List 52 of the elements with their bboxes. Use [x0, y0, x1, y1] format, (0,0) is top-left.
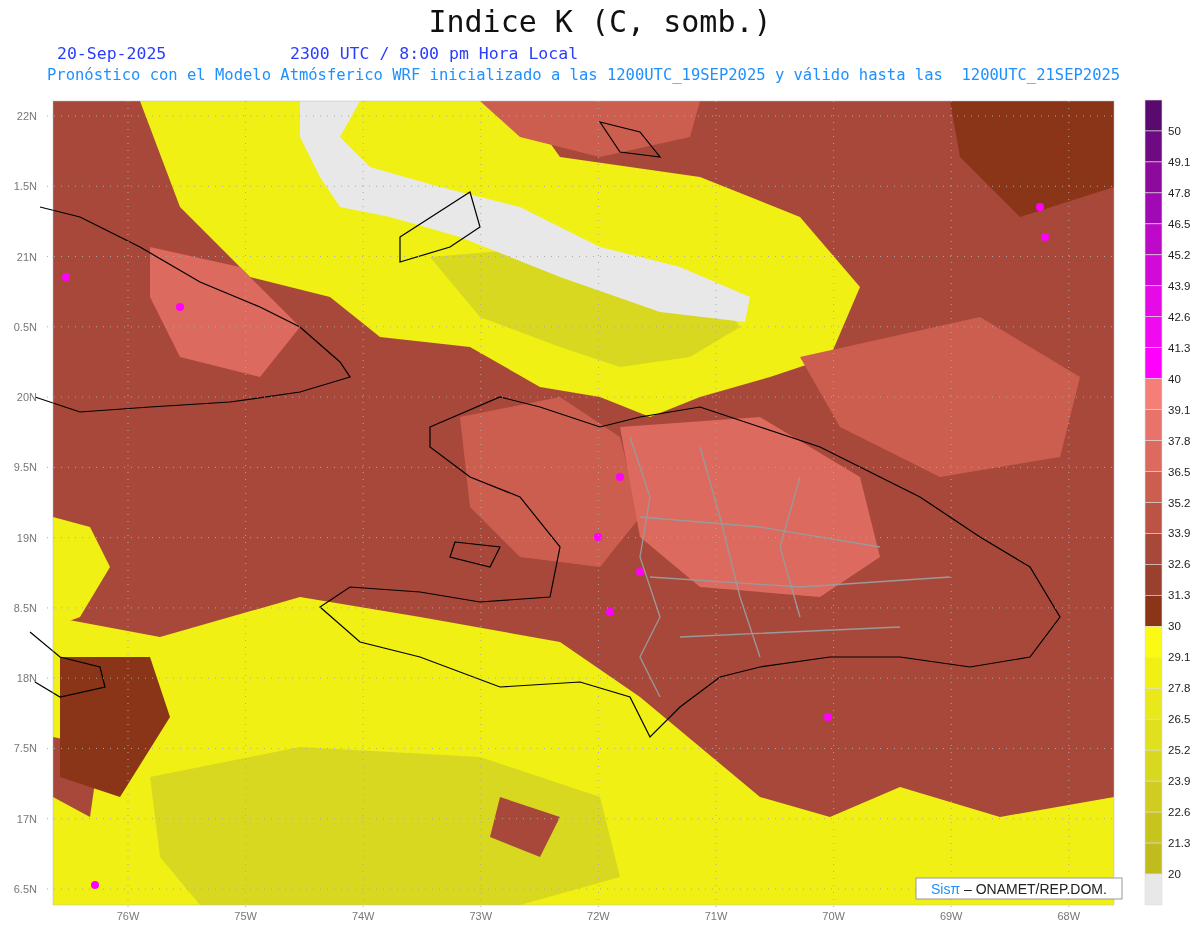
- legend-label: 22.6: [1168, 806, 1191, 819]
- longitude-label: 72W: [587, 910, 610, 922]
- legend-label: 35.2: [1168, 496, 1191, 509]
- latitude-label: 8.5N: [13, 601, 37, 614]
- legend-label: 50: [1168, 124, 1181, 137]
- legend-label: 37.8: [1168, 434, 1191, 447]
- legend-label: 33.9: [1168, 527, 1191, 540]
- legend-label: 40: [1168, 372, 1181, 385]
- legend-label: 49.1: [1168, 155, 1191, 168]
- forecast-date: 20-Sep-2025: [57, 44, 168, 64]
- legend-label: 45.2: [1168, 248, 1191, 261]
- legend-label: 30: [1168, 620, 1181, 633]
- longitude-label: 70W: [822, 910, 845, 922]
- longitude-label: 73W: [469, 910, 493, 922]
- forecast-subtitle: Pronóstico con el Modelo Atmósferico WRF inicializado a las 1200UTC_19SEP2025 y válido hasta las 1200UTC_21SEP2025: [46, 65, 1122, 86]
- legend-label: 23.9: [1168, 775, 1191, 788]
- latitude-label: 20N: [16, 391, 37, 404]
- legend-label: 20: [1168, 868, 1181, 881]
- latitude-label: 19N: [16, 531, 37, 544]
- legend-label: 42.6: [1168, 310, 1191, 323]
- legend-label: 43.9: [1168, 279, 1191, 292]
- longitude-label: 71W: [704, 910, 728, 922]
- legend-label: 31.3: [1168, 589, 1191, 602]
- longitude-label: 69W: [939, 910, 963, 922]
- legend-label: 26.5: [1168, 713, 1191, 726]
- longitude-label: 75W: [234, 910, 257, 922]
- credit-logo: Sisπ: [931, 881, 961, 897]
- latitude-label: 6.5N: [13, 883, 37, 895]
- latitude-label: 7.5N: [13, 742, 37, 755]
- legend-label: 39.1: [1168, 403, 1191, 416]
- legend-label: 25.2: [1168, 744, 1191, 757]
- latitude-label: 17N: [16, 812, 37, 825]
- forecast-time: 2300 UTC / 8:00 pm Hora Local: [290, 44, 579, 64]
- longitude-label: 76W: [116, 910, 140, 922]
- longitude-label: 68W: [1057, 910, 1081, 922]
- credit-text: – ONAMET/REP.DOM.: [964, 881, 1107, 897]
- longitude-label: 74W: [351, 910, 375, 922]
- latitude-label: 18N: [16, 672, 37, 685]
- legend-label: 29.1: [1168, 651, 1191, 664]
- latitude-label: 9.5N: [13, 461, 37, 474]
- legend-label: 47.8: [1168, 186, 1191, 199]
- latitude-label: 21N: [16, 250, 37, 263]
- latitude-label: 0.5N: [13, 320, 37, 333]
- legend-label: 32.6: [1168, 558, 1191, 571]
- legend-label: 41.3: [1168, 341, 1191, 354]
- legend-label: 46.5: [1168, 217, 1191, 230]
- legend-label: 36.5: [1168, 465, 1191, 478]
- legend-label: 27.8: [1168, 682, 1191, 695]
- map-title: Indice K (C, somb.): [427, 3, 773, 41]
- latitude-label: 1.5N: [13, 180, 37, 193]
- latitude-label: 22N: [16, 110, 37, 122]
- legend-label: 21.3: [1168, 837, 1191, 850]
